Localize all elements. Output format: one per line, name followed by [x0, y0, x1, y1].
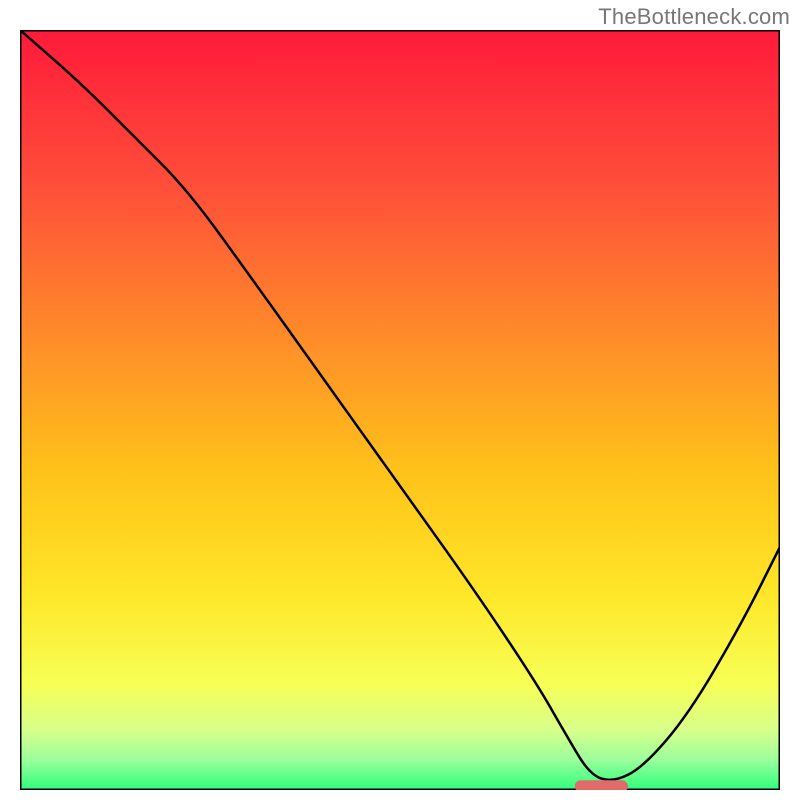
chart-container: TheBottleneck.com — [0, 0, 800, 800]
optimal-zone-marker — [575, 780, 628, 790]
watermark-text: TheBottleneck.com — [598, 4, 790, 30]
plot-background — [20, 30, 780, 790]
bottleneck-plot — [20, 30, 780, 790]
